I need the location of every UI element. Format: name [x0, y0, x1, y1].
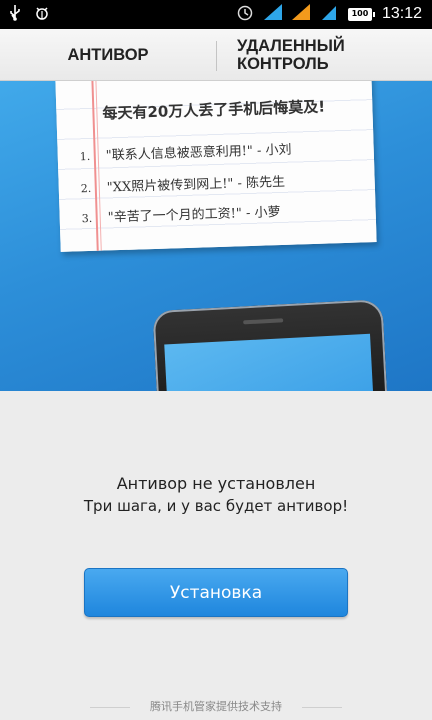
note-paper: 每天有20万人丢了手机后悔莫及! 1. "联系人信息被恶意利用!" - 小刘 2.… [55, 81, 377, 252]
clock: 13:12 [381, 5, 422, 22]
usb-icon [8, 5, 22, 25]
note-quote-number: 2. [80, 181, 92, 196]
tab-antivor[interactable]: АНТИВОР [0, 29, 216, 81]
alarm-icon [236, 3, 254, 25]
phone-screen [164, 333, 377, 391]
signal-icon [263, 4, 282, 24]
note-title: 每天有20万人丢了手机后悔莫及! [102, 97, 326, 123]
footer-text: 腾讯手机管家提供技术支持 [150, 700, 282, 713]
tab-bar: АНТИВОР УДАЛЕННЫЙ КОНТРОЛЬ [0, 29, 432, 109]
signal-icon [291, 4, 310, 24]
note-quote-text: "联系人信息被恶意利用!" - 小刘 [105, 142, 292, 164]
footer: 腾讯手机管家提供技术支持 [0, 698, 432, 716]
tab-remote-control-label-line2: КОНТРОЛЬ [237, 55, 329, 73]
promo-banner: 每天有20万人丢了手机后悔莫及! 1. "联系人信息被恶意利用!" - 小刘 2.… [0, 81, 432, 391]
tab-antivor-label: АНТИВОР [67, 45, 149, 64]
note-quote: 1. "联系人信息被恶意利用!" - 小刘 [79, 139, 292, 165]
note-quote-number: 1. [79, 149, 91, 164]
phone-speaker [243, 318, 284, 325]
note-quote-text: "辛苦了一个月的工资!" - 小萝 [107, 205, 281, 226]
note-quote-text: "XX照片被传到网上!" - 陈先生 [106, 174, 286, 196]
wifi-icon [320, 4, 338, 24]
tab-remote-control-label-line1: УДАЛЕННЫЙ [237, 37, 345, 55]
note-quote: 2. "XX照片被传到网上!" - 陈先生 [80, 171, 286, 196]
phone-illustration [152, 299, 390, 391]
tab-remote-control[interactable]: УДАЛЕННЫЙ КОНТРОЛЬ [217, 29, 432, 81]
note-quote-number: 3. [81, 211, 93, 226]
battery-icon: 100 [347, 7, 375, 21]
android-debug-icon [34, 5, 50, 25]
status-bar: 100 13:12 [0, 0, 432, 29]
install-button[interactable]: Установка [84, 568, 348, 617]
status-title: Антивор не установлен [116, 474, 316, 493]
status-subtitle: Три шага, и у вас будет антивор! [83, 497, 349, 515]
note-quote: 3. "辛苦了一个月的工资!" - 小萝 [81, 201, 281, 226]
